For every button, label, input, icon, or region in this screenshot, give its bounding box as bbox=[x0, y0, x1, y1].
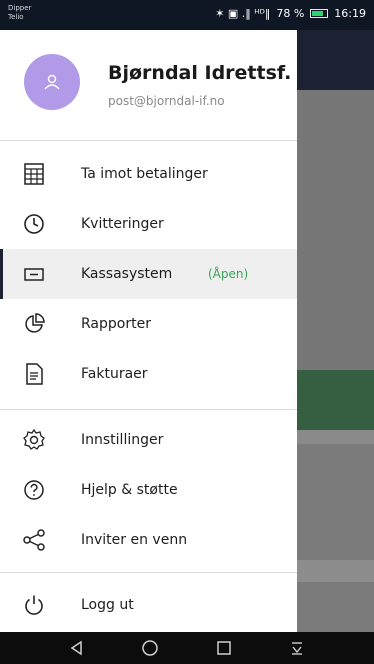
menu-item-invite[interactable]: Inviter en venn bbox=[0, 515, 297, 565]
avatar[interactable] bbox=[24, 54, 80, 110]
menu-item-settings[interactable]: Innstillinger bbox=[0, 415, 297, 465]
home-button[interactable] bbox=[135, 636, 165, 660]
register-grid-icon bbox=[24, 163, 44, 185]
clock-icon bbox=[24, 214, 44, 234]
menu-label-cash-system: Kassasystem bbox=[81, 266, 173, 282]
menu-item-cash-system[interactable]: Kassasystem (Åpen) bbox=[0, 249, 297, 299]
navigation-drawer: Bjørndal Idrettsf... post@bjorndal-if.no… bbox=[0, 30, 297, 632]
notification-pull-button[interactable] bbox=[282, 636, 312, 660]
battery-percent: 78 % bbox=[276, 7, 305, 20]
pie-chart-icon bbox=[25, 313, 45, 333]
menu-label-receipts: Kvitteringer bbox=[81, 216, 164, 232]
drawer-header: Bjørndal Idrettsf... post@bjorndal-if.no bbox=[0, 30, 297, 140]
status-badge: (Åpen) bbox=[208, 267, 249, 281]
menu-item-reports[interactable]: Rapporter bbox=[0, 299, 297, 349]
power-icon bbox=[25, 595, 43, 615]
status-bar: Dipper Telio ✶ ▣ .‖ ᴴᴰ‖ 78 % 16:19 bbox=[0, 0, 374, 30]
menu-item-logout[interactable]: Logg ut bbox=[0, 580, 297, 630]
divider bbox=[0, 409, 297, 410]
menu-item-receipts[interactable]: Kvitteringer bbox=[0, 199, 297, 249]
menu-item-invoices[interactable]: Fakturaer bbox=[0, 349, 297, 399]
carrier-line-2: Telio bbox=[8, 13, 24, 21]
organization-email: post@bjorndal-if.no bbox=[108, 94, 225, 108]
share-icon bbox=[23, 529, 45, 551]
gear-icon bbox=[23, 428, 45, 450]
menu-label-reports: Rapporter bbox=[81, 316, 151, 332]
menu-label-invite: Inviter en venn bbox=[81, 532, 188, 548]
document-icon bbox=[26, 363, 43, 385]
menu-item-payments[interactable]: Ta imot betalinger bbox=[0, 149, 297, 199]
menu-label-logout: Logg ut bbox=[81, 597, 134, 613]
system-navigation-bar bbox=[0, 632, 374, 664]
back-button[interactable] bbox=[62, 636, 92, 660]
divider bbox=[0, 140, 297, 141]
carrier-label: Dipper Telio bbox=[8, 4, 31, 22]
menu-label-help: Hjelp & støtte bbox=[81, 482, 178, 498]
menu-label-invoices: Fakturaer bbox=[81, 366, 148, 382]
menu-label-settings: Innstillinger bbox=[81, 432, 164, 448]
back-triangle-icon bbox=[70, 640, 82, 656]
menu-item-help[interactable]: Hjelp & støtte bbox=[0, 465, 297, 515]
signal-icons: ✶ ▣ .‖ ᴴᴰ‖ bbox=[215, 7, 271, 20]
card-reader-icon bbox=[24, 268, 44, 281]
organization-name: Bjørndal Idrettsf... bbox=[108, 62, 293, 84]
menu-label-payments: Ta imot betalinger bbox=[81, 166, 208, 182]
question-circle-icon bbox=[24, 480, 44, 500]
battery-icon bbox=[310, 9, 329, 18]
user-icon bbox=[44, 74, 60, 90]
recents-button[interactable] bbox=[209, 636, 239, 660]
pull-down-icon bbox=[292, 642, 303, 655]
recents-square-icon bbox=[217, 641, 231, 655]
carrier-line-1: Dipper bbox=[8, 4, 32, 12]
divider bbox=[0, 572, 297, 573]
status-indicators: ✶ ▣ .‖ ᴴᴰ‖ 78 % 16:19 bbox=[215, 7, 366, 20]
home-circle-icon bbox=[142, 640, 158, 656]
clock-time: 16:19 bbox=[334, 7, 366, 20]
